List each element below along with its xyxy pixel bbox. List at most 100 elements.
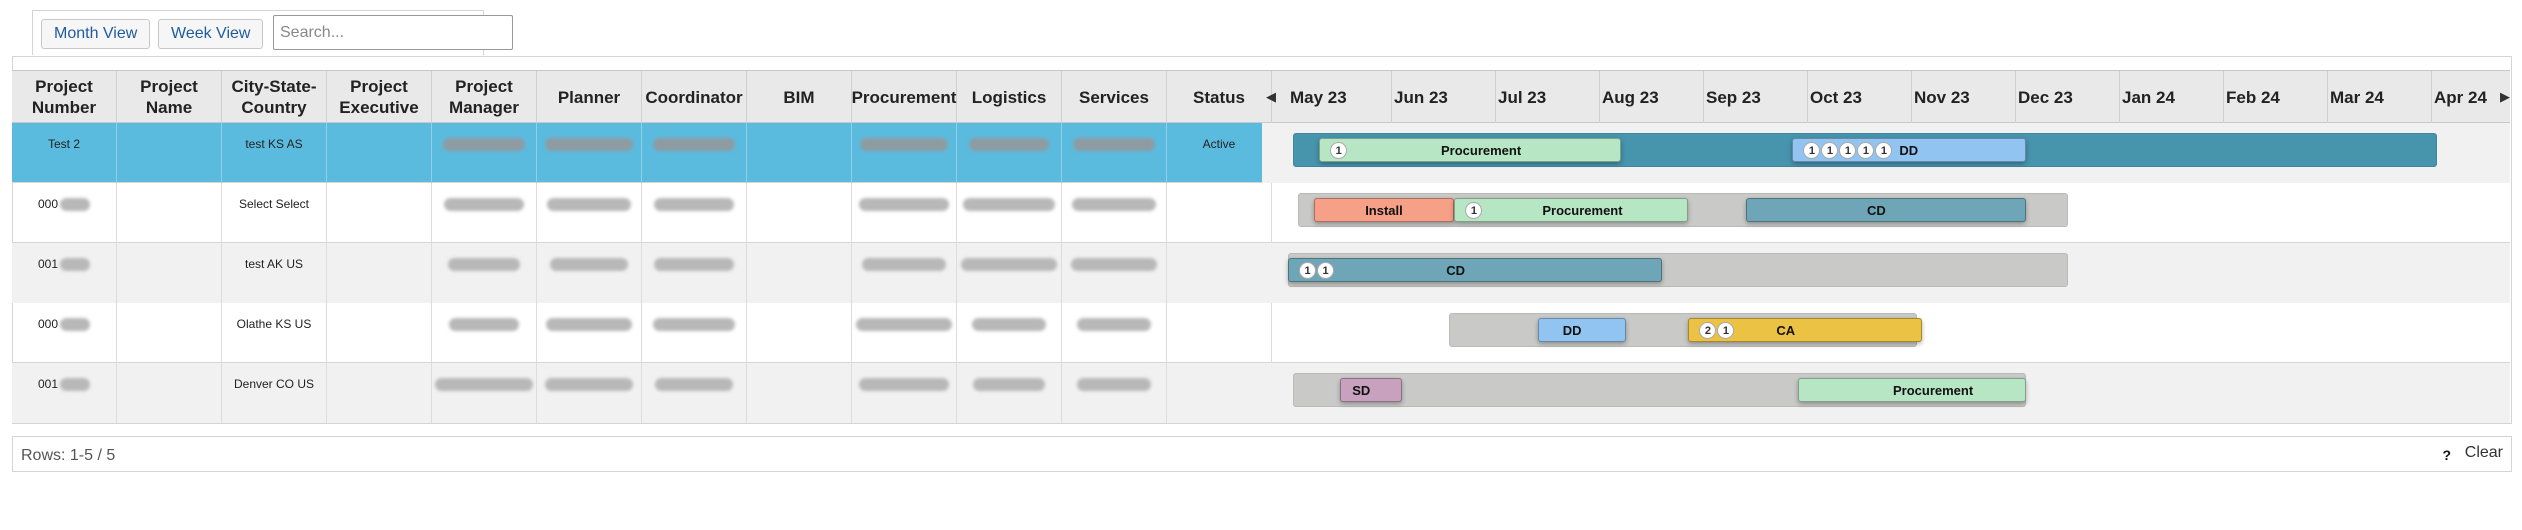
redacted-value — [963, 198, 1055, 212]
count-badge[interactable]: 1 — [1717, 322, 1735, 339]
column-header[interactable]: Services — [1062, 71, 1167, 123]
count-badge[interactable]: 1 — [1317, 262, 1334, 279]
table-cell — [642, 303, 747, 363]
column-header[interactable]: Coordinator — [642, 71, 747, 123]
gantt-bar[interactable]: Procurement 1 — [1319, 138, 1621, 162]
gantt-bar[interactable]: CD 1 1 — [1288, 258, 1663, 282]
redacted-value — [1077, 318, 1151, 332]
help-icon[interactable]: ? — [2442, 447, 2451, 463]
month-view-button[interactable]: Month View — [41, 19, 151, 49]
table-cell — [1062, 123, 1167, 183]
table-row[interactable]: 001 Denver CO US SD Procurement — [12, 363, 2510, 423]
gantt-bar[interactable]: DD 1 1 1 1 1 — [1792, 138, 2027, 162]
gantt-bar[interactable]: Procurement 1 — [1454, 198, 1689, 222]
column-header[interactable]: Project Executive — [327, 71, 432, 123]
table-row[interactable]: 001 test AK US CD 1 1 — [12, 243, 2510, 303]
redacted-value — [859, 378, 949, 392]
clear-button[interactable]: Clear — [2465, 444, 2503, 462]
month-header: Jul 23 — [1496, 71, 1600, 123]
column-header[interactable]: Status — [1167, 71, 1272, 123]
column-header[interactable]: Procurement — [852, 71, 957, 123]
table-cell: test AK US — [222, 243, 327, 303]
redacted-value — [60, 378, 91, 392]
redacted-value — [653, 138, 735, 152]
redacted-value — [435, 378, 533, 392]
column-header[interactable]: City-State-Country — [222, 71, 327, 123]
table-cell — [747, 243, 852, 303]
table-cell — [327, 303, 432, 363]
count-badge[interactable]: 1 — [1299, 262, 1316, 279]
redacted-value — [969, 138, 1049, 152]
count-badge[interactable]: 1 — [1857, 142, 1875, 159]
table-cell — [432, 123, 537, 183]
month-header: Jan 24 — [2120, 71, 2224, 123]
table-cell — [432, 243, 537, 303]
table-cell — [327, 183, 432, 243]
table-cell — [852, 243, 957, 303]
gantt-bar[interactable]: SD — [1340, 378, 1403, 402]
gantt-bar[interactable]: DD — [1537, 318, 1626, 342]
column-header[interactable]: Logistics — [957, 71, 1062, 123]
table-cell — [747, 303, 852, 363]
table-cell — [537, 303, 642, 363]
cell-text: 000 — [37, 197, 59, 211]
caret-left-icon[interactable]: ◀ — [1266, 89, 1276, 105]
count-badge[interactable]: 1 — [1803, 142, 1821, 159]
gantt-bar-label: CD — [1446, 263, 1465, 278]
table-cell — [642, 183, 747, 243]
table-cell: Olathe KS US — [222, 303, 327, 363]
cell-text: test KS AS — [245, 137, 303, 151]
column-header[interactable]: Planner — [537, 71, 642, 123]
table-cell — [852, 363, 957, 423]
table-cell — [642, 123, 747, 183]
table-cell — [747, 183, 852, 243]
caret-right-icon[interactable]: ▶ — [2500, 89, 2510, 105]
gantt-bar[interactable]: Install — [1314, 198, 1455, 222]
column-header[interactable]: Project Name — [117, 71, 222, 123]
month-header: May 23 — [1288, 71, 1392, 123]
table-cell — [537, 363, 642, 423]
table-cell — [1167, 243, 1272, 303]
cell-text: 000 — [37, 317, 59, 331]
month-header: Feb 24 — [2224, 71, 2328, 123]
table-row[interactable]: Test 2 test KS AS Active Procurement 1 DD 1 1 1 1… — [12, 123, 2510, 183]
cell-text: 001 — [37, 377, 59, 391]
table-cell — [117, 303, 222, 363]
month-header: Sep 23 — [1704, 71, 1808, 123]
cell-text: Select Select — [238, 197, 310, 211]
table-cell — [852, 123, 957, 183]
count-badge[interactable]: 1 — [1330, 142, 1348, 159]
redacted-value — [972, 318, 1046, 332]
table-cell — [537, 183, 642, 243]
redacted-value — [550, 258, 628, 272]
table-row[interactable]: 000 Select Select Install Procurement 1 CD — [12, 183, 2510, 243]
table-row[interactable]: 000 Olathe KS US DD CA 2 1 — [12, 303, 2510, 363]
gantt-bar[interactable]: Procurement — [1797, 378, 2027, 402]
table-cell: 000 — [12, 183, 117, 243]
month-header: Oct 23 — [1808, 71, 1912, 123]
redacted-value — [1071, 258, 1157, 272]
month-header: Nov 23 — [1912, 71, 2016, 123]
search-input[interactable] — [273, 15, 513, 50]
count-badge[interactable]: 1 — [1465, 202, 1483, 219]
table-cell — [747, 123, 852, 183]
gantt-bar[interactable]: CD — [1745, 198, 2027, 222]
redacted-value — [862, 258, 946, 272]
gantt-bar[interactable]: CA 2 1 — [1688, 318, 1923, 342]
column-header[interactable]: Project Manager — [432, 71, 537, 123]
column-header[interactable]: BIM — [747, 71, 852, 123]
table-cell: Denver CO US — [222, 363, 327, 423]
count-badge[interactable]: 1 — [1875, 142, 1893, 159]
count-badge[interactable]: 1 — [1839, 142, 1857, 159]
table-cell — [117, 243, 222, 303]
column-header[interactable]: Project Number — [12, 71, 117, 123]
count-badge[interactable]: 2 — [1699, 322, 1717, 339]
redacted-value — [1073, 138, 1155, 152]
week-view-button[interactable]: Week View — [158, 19, 264, 49]
table-cell — [117, 183, 222, 243]
count-badge[interactable]: 1 — [1821, 142, 1839, 159]
table-cell — [327, 123, 432, 183]
table-cell: 000 — [12, 303, 117, 363]
table-cell — [1062, 243, 1167, 303]
redacted-value — [655, 378, 733, 392]
